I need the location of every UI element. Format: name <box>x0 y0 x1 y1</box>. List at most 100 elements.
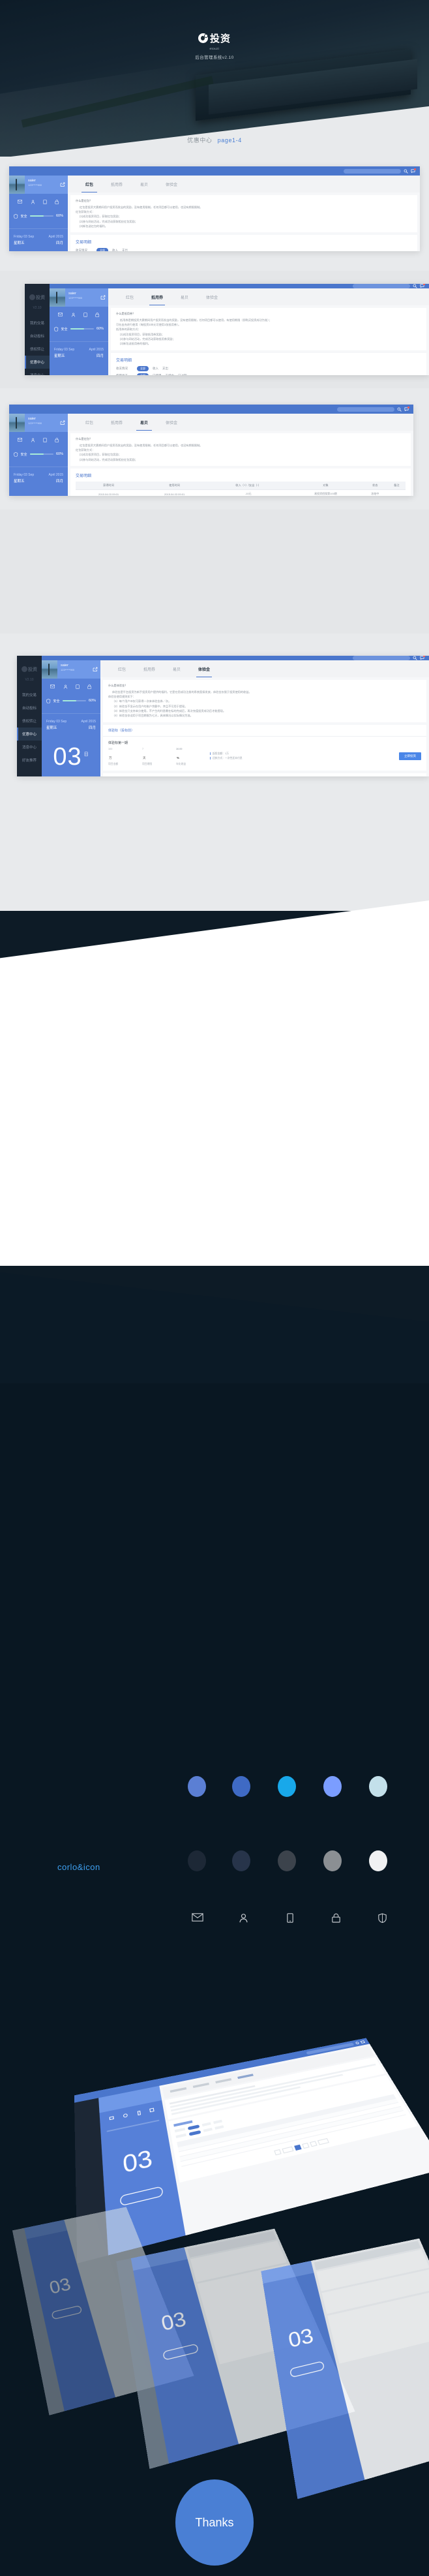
sidebar-item-promo-center[interactable]: 优惠中心 <box>25 356 50 369</box>
tab-voucher[interactable]: 抵用券 <box>143 288 171 305</box>
search-icon[interactable] <box>413 284 417 288</box>
tab-voucher[interactable]: 抵用券 <box>103 176 130 192</box>
profile-card[interactable]: saier 123*****900 <box>50 288 108 307</box>
tab-voucher[interactable]: 抵用券 <box>103 414 130 431</box>
sidebar-item-message-center[interactable]: 消息中心 <box>25 369 50 375</box>
message-icon[interactable] <box>420 284 424 288</box>
sidebar-item-auto-bid[interactable]: 自动投标 <box>25 330 50 343</box>
tab-red-packet[interactable]: 红包 <box>108 660 136 677</box>
edit-profile-icon[interactable] <box>57 176 68 194</box>
filter-option[interactable]: 收入 <box>112 249 118 251</box>
profile-card[interactable]: saier 123*****900 <box>42 660 100 679</box>
security-progress <box>70 328 94 330</box>
filter-chip[interactable]: 全部 <box>96 248 108 251</box>
tab-experience-gold[interactable]: 体验金 <box>158 176 185 192</box>
faq-line: (3)新包送抵用券的福利。 <box>116 341 421 346</box>
lock-icon[interactable] <box>55 438 59 442</box>
tab-red-packet[interactable]: 红包 <box>76 176 103 192</box>
tab-yibei[interactable]: 易贝 <box>171 288 198 305</box>
tab-bar: 红包 抵用券 易贝 体验金 <box>68 414 413 431</box>
invest-now-button[interactable]: 立即投资 <box>399 752 421 760</box>
big-day-unit: 日 <box>84 752 89 757</box>
shield-icon <box>14 448 18 460</box>
tab-yibei[interactable]: 易贝 <box>163 660 190 677</box>
cell-status: 冻结中 <box>362 489 388 496</box>
mobile-icon[interactable] <box>43 200 47 204</box>
edit-profile-icon[interactable] <box>98 288 108 307</box>
filter-option[interactable]: 已使用 <box>153 374 162 375</box>
profile-card[interactable]: saier 123*****900 <box>9 414 68 432</box>
tab-voucher[interactable]: 抵用券 <box>136 660 163 677</box>
sidebar-item-refer-friend[interactable]: 好友推荐 <box>17 754 42 767</box>
tab-bar: 红包 抵用券 易贝 体验金 <box>100 660 429 677</box>
notification-badge <box>423 656 425 657</box>
top-bar <box>50 284 429 288</box>
mobile-icon[interactable] <box>43 438 47 442</box>
security-meter: 安全 60% <box>42 695 100 713</box>
user-icon[interactable] <box>31 200 35 204</box>
sidebar-item-debt-transfer[interactable]: 债权转让 <box>17 714 42 728</box>
tab-experience-gold[interactable]: 体验金 <box>158 414 185 431</box>
lock-icon[interactable] <box>87 684 92 689</box>
search-icon[interactable] <box>413 656 417 660</box>
top-bar <box>42 656 429 660</box>
sidebar-item-auto-bid[interactable]: 自动投标 <box>17 701 42 714</box>
filter-option[interactable]: 收入 <box>153 367 158 371</box>
user-icon[interactable] <box>71 313 76 317</box>
faq-line: 红包是投资大赛期间用户投资而发出的奖励，没有使用限制，任何项目都可以使用，也没有… <box>76 205 412 209</box>
swatch-navy <box>232 1850 250 1871</box>
lock-icon[interactable] <box>95 313 100 317</box>
mobile-icon[interactable] <box>76 684 80 689</box>
mail-icon[interactable] <box>18 438 22 442</box>
search-input[interactable] <box>353 656 410 660</box>
tab-yibei[interactable]: 易贝 <box>130 176 158 192</box>
filter-option[interactable]: 支出 <box>162 367 168 371</box>
sidebar-item-promo-center[interactable]: 优惠中心 <box>17 728 42 741</box>
nav-version: V2.10 <box>25 306 50 310</box>
hero-logo: 投资 etouzi 后台管理系统v2.10 <box>0 31 429 60</box>
tab-experience-gold[interactable]: 体验金 <box>198 288 226 305</box>
tab-experience-gold[interactable]: 体验金 <box>190 660 218 677</box>
message-icon[interactable] <box>411 169 415 174</box>
main-content: 红包 抵用券 易贝 体验金 什么是体验金？ 体验金是平台投资为新手投资用户提供的… <box>100 660 429 776</box>
filter-chip[interactable]: 全部 <box>137 373 149 375</box>
mail-icon[interactable] <box>50 684 55 689</box>
search-input[interactable] <box>353 284 410 288</box>
filter-option[interactable]: 支出 <box>122 249 128 251</box>
swatch-primary-blue <box>188 1776 206 1797</box>
filter-option[interactable]: 已过期 <box>178 374 187 375</box>
filter-option[interactable]: 冻结中 <box>166 374 175 375</box>
mobile-icon[interactable] <box>83 313 87 317</box>
search-icon[interactable] <box>404 169 408 174</box>
faq-question: 什么是体验金？ <box>108 684 421 688</box>
edit-profile-icon[interactable] <box>90 660 100 679</box>
profile-card[interactable]: saier 123*****900 <box>9 176 68 194</box>
filter-chip[interactable]: 全部 <box>137 366 149 371</box>
filter-row: 收支情况 全部 收入 支出 <box>116 366 421 371</box>
edit-profile-icon[interactable] <box>57 414 68 432</box>
user-icon[interactable] <box>31 438 35 442</box>
tab-red-packet[interactable]: 红包 <box>76 414 103 431</box>
cell-obtain-time: 2015.04.03 09:01 <box>76 489 141 496</box>
swatch-pale-blue <box>369 1776 387 1797</box>
avatar <box>50 288 65 307</box>
tab-yibei[interactable]: 易贝 <box>130 414 158 431</box>
search-input[interactable] <box>337 407 394 412</box>
mail-icon[interactable] <box>18 200 22 204</box>
sidebar-item-my-trades[interactable]: 我的交易 <box>25 316 50 330</box>
stat-rate: 10.00% 年化收益 <box>176 747 203 766</box>
sidebar-item-message-center[interactable]: 消息中心 <box>17 741 42 754</box>
lock-icon[interactable] <box>55 200 59 204</box>
tab-red-packet[interactable]: 红包 <box>116 288 143 305</box>
message-icon[interactable] <box>404 407 409 412</box>
hero-banner: 投资 etouzi 后台管理系统v2.10 <box>0 0 429 157</box>
message-icon[interactable] <box>420 656 424 660</box>
sidebar-item-my-trades[interactable]: 我的交易 <box>17 688 42 701</box>
sidebar-item-debt-transfer[interactable]: 债权转让 <box>25 343 50 356</box>
swatch-cyan <box>278 1776 296 1797</box>
logo-row: 投资 <box>198 31 231 45</box>
search-input[interactable] <box>344 169 401 174</box>
user-icon[interactable] <box>63 684 68 689</box>
search-icon[interactable] <box>397 407 402 412</box>
mail-icon[interactable] <box>58 313 63 317</box>
